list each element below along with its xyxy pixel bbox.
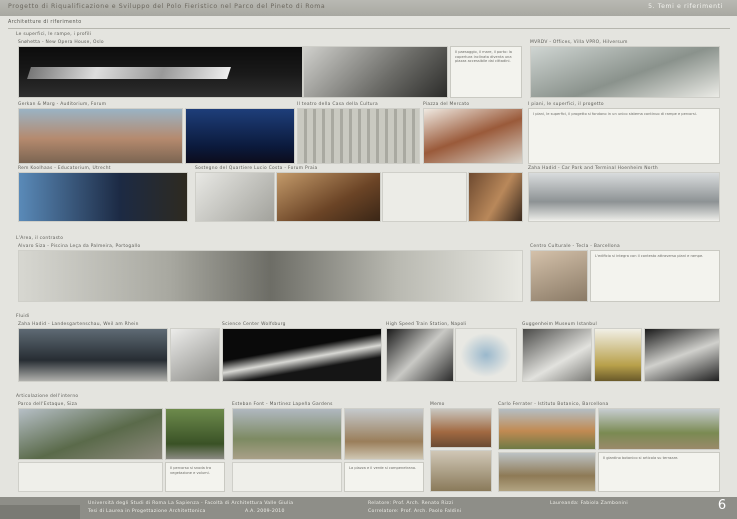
image-gardens-plan [232,462,342,492]
section-1-heading: Le superfici, le rampe, i profili [16,32,92,37]
page-number: 6 [717,498,727,513]
footer-correlatore: Correlatore: Prof. Arch. Paolo Faldini [368,509,462,514]
image-opera-house [18,46,303,98]
image-auditorium [18,108,183,164]
image-memo [430,408,492,448]
label-gerkan: Gerkan & Marg - Auditorium, Forum [18,102,107,107]
label-science: Science Center Wolfsburg [222,322,286,327]
image-hoenheim [528,172,720,222]
section-2-heading: L'Area, il contrasto [16,236,64,241]
image-parco-vegetation [165,408,225,460]
text-snohetta: Il paesaggio, il mare, il porto: la cope… [450,46,522,98]
image-centro-culturale [530,250,588,302]
label-zaha1: Zaha Hadid - Car Park and Terminal Hoenh… [528,166,659,171]
label-piazza: Piazza del Mercato [423,102,470,107]
image-piazza [423,108,523,164]
label-snohetta: Snøhetta - New Opera House, Oslo [18,40,104,45]
text-moret: L'edificio si integra con il contesto at… [590,250,720,302]
text-carlo: Il giardino botanico si articola su terr… [598,452,720,492]
section-3-heading: Fluidi [16,314,30,319]
image-memo-2 [430,450,492,492]
presentation-sheet: Progetto di Riqualificazione e Sviluppo … [0,0,737,519]
footer-laureanda: Laureanda: Fabiola Zambonini [550,501,628,506]
label-memo: Memo [430,402,445,407]
footer-thesis: Tesi di Laurea in Progettazione Architet… [88,509,206,514]
image-train-model [455,328,517,382]
text-parco: Il percorso si snoda tra vegetazione e v… [165,462,225,492]
image-auditorium-night [185,108,295,164]
image-piscina-strip [18,250,523,302]
text-piani: I piani, le superfici, il progetto si fo… [528,108,720,164]
image-gardens [232,408,342,460]
label-piani: I piani, le superfici, il progetto [528,102,604,107]
image-botanico-3 [498,452,596,492]
label-alvaro: Alvaro Siza - Piscina Leça da Palmeira, … [18,244,141,249]
label-zaha2: Zaha Hadid - Landesgartenschau, Weil am … [18,322,139,327]
label-gardens: Esteban Font - Martinez Lapeña Gardens [232,402,333,407]
image-lucio-model [195,172,275,222]
footer-bar: Università degli Studi di Roma La Sapien… [0,497,737,519]
header-bar: Progetto di Riqualificazione e Sviluppo … [0,0,737,16]
image-parco-section [18,462,163,492]
image-opera-detail [303,46,448,98]
label-rem: Rem Koolhaas - Educatorium, Utrecht [18,166,111,171]
section-4-heading: Articolazione dell'interno [16,394,79,399]
main-section-heading: Architetture di riferimento [8,20,82,25]
footer-year: A.A. 2009-2010 [245,509,285,514]
image-train-station [386,328,454,382]
footer-university: Università degli Studi di Roma La Sapien… [88,501,294,506]
image-educatorium [18,172,188,222]
image-lucio-aerial [276,172,381,222]
label-casa-cultura: Il teatro della Casa della Cultura [297,102,378,107]
footer-relatore: Relatore: Prof. Arch. Renato Rizzi [368,501,454,506]
image-lucio-plan [382,172,467,222]
image-botanico-2 [598,408,720,450]
image-science-center [222,328,382,382]
sheet-title: Progetto di Riqualificazione e Sviluppo … [8,3,326,10]
label-mvrdv: MVRDV - Offices, Villa VPRO, Hilversum [530,40,628,45]
image-landesgartenschau-2 [170,328,220,382]
section-title: 5. Temi e riferimenti [648,3,723,10]
divider [8,28,730,29]
image-parco [18,408,163,460]
footer-logo-block [0,505,80,519]
label-carlo: Carlo Ferrater - Istituto Botanico, Barc… [498,402,609,407]
image-museum-interior [594,328,642,382]
label-parco: Parco dell'Estaque, Siza [18,402,78,407]
text-gardens: La piazza e il verde si compenetrano. [344,462,424,492]
image-botanico [498,408,596,450]
image-casa-cultura [297,108,420,164]
image-museum-exterior [522,328,592,382]
label-museum: Guggenheim Museum Istanbul [522,322,598,327]
image-lucio-detail [468,172,523,222]
image-gardens-2 [344,408,424,460]
label-moret: Centro Culturale - Tecla - Barcellona [530,244,620,249]
image-landesgartenschau [18,328,168,382]
label-train: High Speed Train Station, Napoli [386,322,467,327]
image-museum-night [644,328,720,382]
label-lucio: Sostegno del Quartiere Lucio Costa - For… [195,166,318,171]
image-villa-vpro [530,46,720,98]
